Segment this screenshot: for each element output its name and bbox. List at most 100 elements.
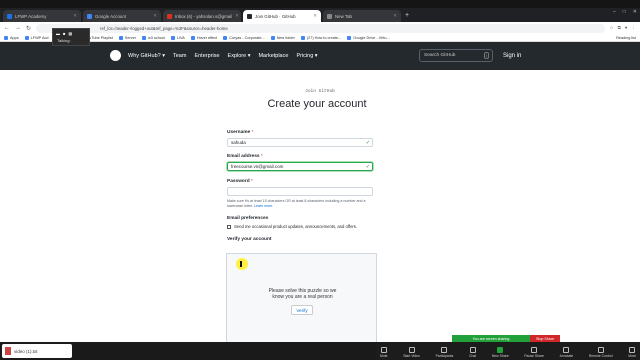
cursor-highlight-icon [236, 258, 248, 270]
zoom-toolbar-item[interactable]: Mute [380, 347, 388, 358]
tab-close-icon[interactable]: ✕ [73, 13, 77, 19]
browser-tab[interactable]: Google Account ✕ [83, 10, 161, 22]
zoom-toolbar-item[interactable]: Pause Share [524, 347, 544, 358]
learn-more-link[interactable]: Learn more. [254, 204, 273, 208]
bookmark-item[interactable]: (27) How to create... [300, 35, 342, 40]
reading-list[interactable]: Reading list [616, 36, 640, 40]
tab-close-icon[interactable]: ✕ [235, 13, 239, 19]
bookmark-label: New folder [276, 35, 295, 40]
zoom-tool-icon [497, 347, 504, 353]
zoom-talking-overlay: ▬ ■ ▦ Talking: [52, 28, 90, 46]
zoom-tool-label: Annotate [559, 354, 574, 358]
tab-favicon-icon [87, 13, 92, 19]
bookmark-icon [270, 35, 275, 40]
forward-icon[interactable]: → [15, 25, 21, 31]
profile-icon[interactable]: ● [625, 25, 628, 31]
github-nav-item[interactable]: Team [173, 53, 186, 59]
username-field[interactable]: sahuda ✓ [227, 138, 373, 147]
mic-icon[interactable]: ▬ [56, 31, 60, 36]
zoom-tool-label: More [628, 354, 636, 358]
download-item[interactable]: video (1).txt [2, 344, 72, 358]
tab-label: Inbox (6) - yahsolan.s@gmail [175, 13, 233, 19]
github-nav-item[interactable]: Explore ▾ [228, 53, 251, 59]
new-tab-button[interactable]: + [405, 12, 409, 19]
bookmark-item[interactable]: Apps [4, 35, 19, 40]
zoom-toolbar-item[interactable]: New Share [492, 347, 509, 358]
password-hint: Make sure it's at least 15 characters OR… [227, 199, 366, 208]
tab-close-icon[interactable]: ✕ [313, 13, 317, 19]
bookmark-label: LIVA [176, 35, 185, 40]
slash-key-icon: / [483, 52, 489, 59]
bookmark-item[interactable]: Google Drive - Virtu... [347, 35, 390, 40]
tab-close-icon[interactable]: ✕ [393, 13, 397, 19]
star-icon[interactable]: ☆ [610, 25, 614, 31]
bookmark-icon [141, 35, 146, 40]
bookmark-item[interactable]: Coryas - Corporate... [223, 35, 265, 40]
bookmark-item[interactable]: Server [118, 35, 136, 40]
url-field[interactable]: ref_loc=header+logged+out&ref_page=%2F&s… [36, 23, 605, 33]
bookmark-label: Apps [10, 35, 19, 40]
page-subtitle: Join GitHub [305, 89, 335, 94]
zoom-tool-label: Remote Control [588, 354, 613, 358]
browser-tab[interactable]: LFWP Academy ✕ [3, 10, 81, 22]
bookmark-icon [24, 35, 29, 40]
zoom-toolbar-item[interactable]: Remote Control [589, 347, 613, 358]
zoom-tool-label: Pause Share [524, 354, 544, 358]
back-icon[interactable]: ← [4, 25, 10, 31]
bookmark-item[interactable]: Hover effect [190, 35, 217, 40]
bookmark-item[interactable]: w3 school [141, 35, 165, 40]
bookmark-label: (27) How to create... [306, 35, 342, 40]
reload-icon[interactable]: ↻ [26, 25, 31, 32]
browser-tab[interactable]: Join GitHub · GitHub ✕ [243, 10, 321, 22]
tab-bar: LFWP Academy ✕ Google Account ✕ Inbox (6) - … [0, 8, 640, 22]
menu-icon[interactable]: ⋮ [632, 25, 637, 31]
grid-icon[interactable]: ▦ [68, 31, 72, 36]
github-nav-item[interactable]: Why GitHub? ▾ [128, 53, 165, 59]
signup-page: Join GitHub Create your account Username… [0, 70, 640, 347]
bookmark-item[interactable]: New folder [270, 35, 295, 40]
tab-close-icon[interactable]: ✕ [153, 13, 157, 19]
browser-tab[interactable]: New Tab ✕ [323, 10, 401, 22]
zoom-tool-icon [629, 347, 636, 353]
github-nav-item[interactable]: Marketplace [258, 53, 288, 59]
maximize-icon[interactable]: □ [623, 9, 626, 15]
bookmark-item[interactable]: LIVA [170, 35, 185, 40]
tab-favicon-icon [327, 13, 332, 19]
zoom-tool-label: Participants [435, 354, 454, 358]
browser-tab[interactable]: Inbox (6) - yahsolan.s@gmail ✕ [163, 10, 241, 22]
email-preferences-checkbox[interactable] [227, 224, 231, 229]
bookmarks-bar: AppsLFWP AcdGoogleYouTube PlaylistServer… [0, 34, 640, 42]
zoom-toolbar-item[interactable]: Annotate [559, 347, 574, 358]
username-value: sahuda [231, 140, 246, 145]
email-check-icon: ✓ [365, 163, 370, 170]
github-logo-icon[interactable] [110, 50, 121, 61]
bookmark-item[interactable]: LFWP Acd [24, 35, 49, 40]
zoom-toolbar-item[interactable]: Start Video [403, 347, 420, 358]
bookmark-icon [170, 35, 175, 40]
github-search-input[interactable]: Search GitHub / [419, 49, 493, 62]
window-controls: – □ ✕ [613, 9, 637, 15]
verify-button[interactable]: Verify [291, 305, 313, 315]
download-filename: video (1).txt [14, 348, 38, 354]
zoom-tool-icon [563, 347, 570, 353]
zoom-toolbar-item[interactable]: Participants [435, 347, 454, 358]
zoom-tool-label: Chat [469, 354, 477, 358]
zoom-toolbar-item[interactable]: More [628, 347, 636, 358]
page-title: Create your account [267, 98, 367, 110]
zoom-tool-icon [597, 347, 604, 353]
github-nav-item[interactable]: Pricing ▾ [296, 53, 317, 59]
puzzle-icon[interactable]: ⧉ [618, 25, 621, 31]
email-field[interactable]: freecourse.vn@gmail.com ✓ [227, 162, 373, 171]
zoom-tool-label: Start Video [403, 354, 420, 358]
sign-in-link[interactable]: Sign in [503, 53, 521, 59]
github-nav-item[interactable]: Enterprise [194, 53, 219, 59]
github-nav: Why GitHub? ▾ Team Enterprise Explore ▾ Mark… [128, 53, 318, 59]
minimize-icon[interactable]: – [613, 9, 616, 15]
zoom-toolbar-item[interactable]: Chat [469, 347, 476, 358]
tab-label: LFWP Academy [15, 13, 47, 19]
close-window-icon[interactable]: ✕ [633, 9, 637, 15]
video-icon[interactable]: ■ [63, 31, 65, 36]
verify-account-label: Verify your account [227, 237, 272, 242]
password-field[interactable] [227, 187, 373, 196]
overlay-icons: ▬ ■ ▦ [53, 29, 89, 38]
